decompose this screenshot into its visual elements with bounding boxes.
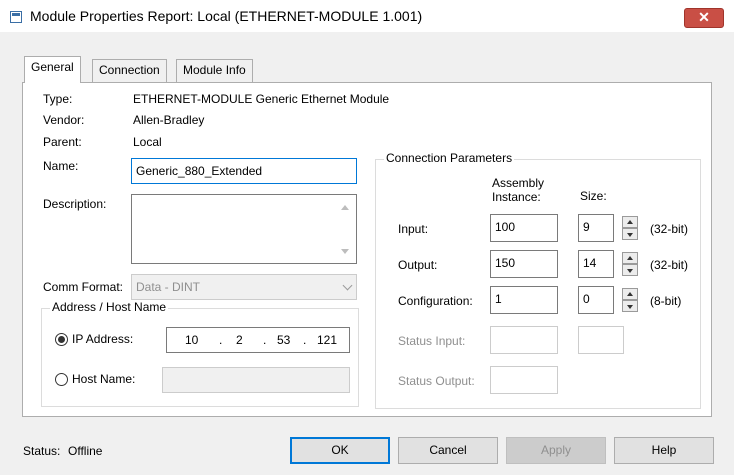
ip-address-radio[interactable]	[55, 333, 68, 346]
status-value: Offline	[68, 444, 103, 458]
ip-dot: .	[303, 333, 307, 347]
status-label: Status:	[23, 444, 61, 458]
parent-label: Parent:	[43, 135, 82, 149]
configuration-size-field[interactable]: 0	[578, 286, 614, 314]
input-label: Input:	[398, 222, 429, 236]
address-host-group: Address / Host Name IP Address: 10 . 2 .…	[41, 300, 359, 407]
ip-octet-1: 10	[185, 333, 199, 347]
type-label: Type:	[43, 92, 73, 106]
module-properties-dialog: Module Properties Report: Local (ETHERNE…	[0, 0, 734, 475]
instance-header: Instance:	[492, 190, 541, 204]
spin-up-icon[interactable]	[622, 288, 638, 300]
spin-up-icon[interactable]	[622, 216, 638, 228]
output-size-spinner[interactable]	[622, 251, 638, 277]
output-unit: (32-bit)	[650, 258, 689, 272]
type-value: ETHERNET-MODULE Generic Ethernet Module	[133, 92, 390, 106]
comm-format-value: Data - DINT	[136, 280, 201, 294]
status-input-instance-field[interactable]	[490, 326, 558, 354]
description-label: Description:	[43, 197, 107, 211]
scroll-down-icon[interactable]	[341, 249, 349, 254]
ip-address-input[interactable]: 10 . 2 . 53 . 121	[166, 327, 350, 353]
ip-address-label: IP Address:	[72, 332, 134, 346]
host-name-label: Host Name:	[72, 372, 136, 386]
ip-octet-3: 53	[277, 333, 291, 347]
configuration-label: Configuration:	[398, 294, 473, 308]
connection-group-title: Connection Parameters	[384, 151, 515, 165]
comm-format-label: Comm Format:	[43, 280, 124, 294]
assembly-header: Assembly	[492, 176, 545, 190]
title-bar[interactable]: Module Properties Report: Local (ETHERNE…	[0, 0, 734, 32]
host-name-input[interactable]	[162, 367, 350, 393]
tab-connection[interactable]: Connection	[92, 59, 167, 82]
ip-dot: .	[219, 333, 223, 347]
tab-general[interactable]: General	[24, 56, 81, 83]
connection-parameters-group: Connection Parameters Assembly Instance:…	[375, 151, 701, 409]
input-instance-field[interactable]: 100	[490, 214, 558, 242]
tab-module-info[interactable]: Module Info	[176, 59, 253, 82]
status-input-label: Status Input:	[398, 334, 466, 348]
apply-button[interactable]: Apply	[506, 437, 606, 464]
configuration-unit: (8-bit)	[650, 294, 682, 308]
ip-octet-4: 121	[317, 333, 338, 347]
output-label: Output:	[398, 258, 438, 272]
size-header: Size:	[580, 189, 607, 203]
description-textarea[interactable]	[131, 194, 357, 264]
status-output-instance-field[interactable]	[490, 366, 558, 394]
output-size-field[interactable]: 14	[578, 250, 614, 278]
output-instance-field[interactable]: 150	[490, 250, 558, 278]
configuration-size-spinner[interactable]	[622, 287, 638, 313]
scroll-up-icon[interactable]	[341, 205, 349, 210]
window-title: Module Properties Report: Local (ETHERNE…	[30, 8, 423, 24]
close-button[interactable]: ✕	[684, 8, 724, 28]
name-input[interactable]: Generic_880_Extended	[131, 158, 357, 184]
comm-format-select[interactable]: Data - DINT	[131, 274, 357, 300]
input-size-spinner[interactable]	[622, 215, 638, 241]
vendor-value: Allen-Bradley	[133, 113, 205, 127]
ip-dot: .	[263, 333, 267, 347]
help-button[interactable]: Help	[614, 437, 714, 464]
configuration-instance-field[interactable]: 1	[490, 286, 558, 314]
name-label: Name:	[43, 159, 79, 173]
vendor-label: Vendor:	[43, 113, 85, 127]
address-group-title: Address / Host Name	[50, 300, 169, 314]
spin-down-icon[interactable]	[622, 264, 638, 276]
input-unit: (32-bit)	[650, 222, 689, 236]
host-name-radio[interactable]	[55, 373, 68, 386]
window-app-icon	[10, 11, 22, 23]
status-output-label: Status Output:	[398, 374, 475, 388]
spin-up-icon[interactable]	[622, 252, 638, 264]
parent-value: Local	[133, 135, 162, 149]
input-size-field[interactable]: 9	[578, 214, 614, 242]
ip-octet-2: 2	[236, 333, 243, 347]
ok-button[interactable]: OK	[290, 437, 390, 464]
status-input-size-field[interactable]	[578, 326, 624, 354]
cancel-button[interactable]: Cancel	[398, 437, 498, 464]
spin-down-icon[interactable]	[622, 228, 638, 240]
general-tab-panel: Type: ETHERNET-MODULE Generic Ethernet M…	[22, 82, 712, 417]
spin-down-icon[interactable]	[622, 300, 638, 312]
